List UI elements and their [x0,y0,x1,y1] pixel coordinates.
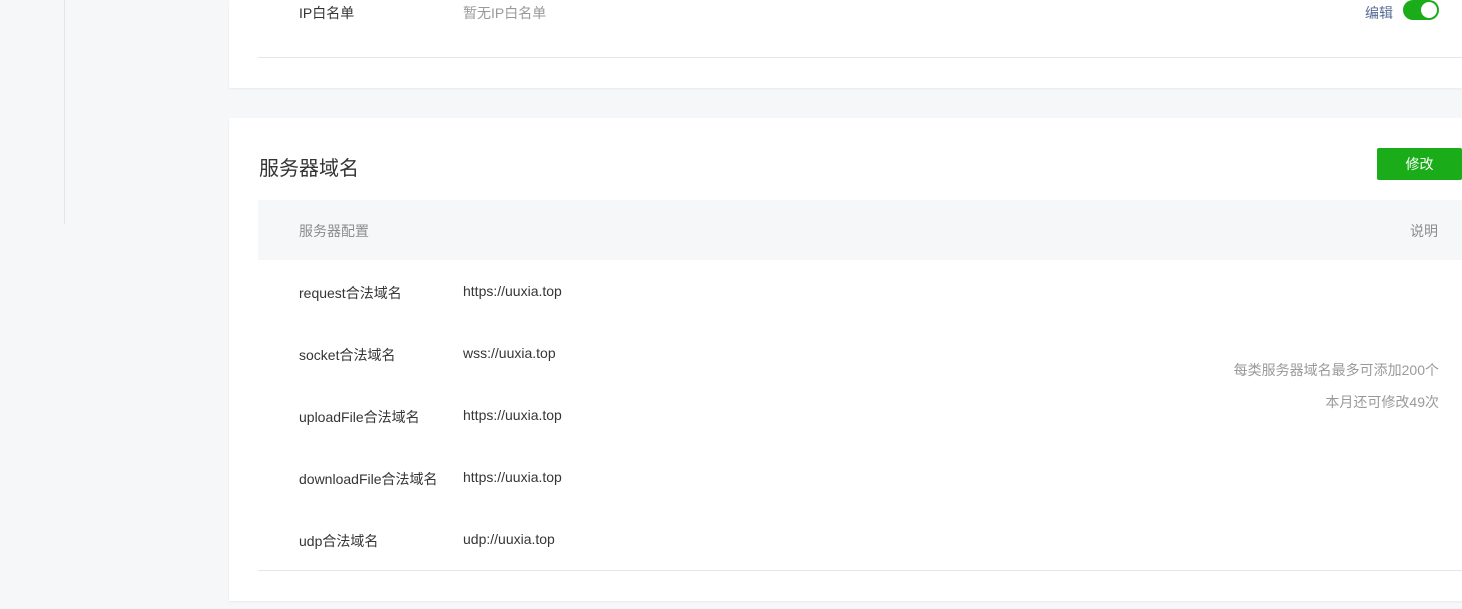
header-config: 服务器配置 [299,223,369,239]
page: IP白名单 暂无IP白名单 编辑 服务器域名 修改 服务器配置 说明 reque… [0,0,1462,609]
row-value-request: https://uuxia.top [463,283,562,299]
section-title: 服务器域名 [259,158,359,180]
note-limit: 每类服务器域名最多可添加200个 [1233,362,1439,378]
row-label-uploadfile: uploadFile合法域名 [299,409,420,425]
edit-link[interactable]: 编辑 [1365,3,1393,23]
row-label-socket: socket合法域名 [299,347,396,363]
row-label-request: request合法域名 [299,285,402,301]
row-value-udp: udp://uuxia.top [463,531,555,547]
row-label-downloadfile: downloadFile合法域名 [299,471,438,487]
ip-whitelist-toggle[interactable] [1403,0,1439,20]
toggle-knob [1421,2,1437,18]
row-value-socket: wss://uuxia.top [463,345,556,361]
row-label-udp: udp合法域名 [299,533,379,549]
ip-whitelist-card: IP白名单 暂无IP白名单 编辑 [229,0,1462,88]
divider [258,570,1462,571]
row-value-uploadfile: https://uuxia.top [463,407,562,423]
header-note: 说明 [1410,223,1438,239]
modify-button[interactable]: 修改 [1377,148,1462,180]
divider [258,57,1462,58]
row-value-downloadfile: https://uuxia.top [463,469,562,485]
note-remaining: 本月还可修改49次 [1325,394,1439,410]
sidebar [0,0,65,224]
server-domain-card: 服务器域名 修改 服务器配置 说明 request合法域名 https://uu… [229,118,1462,601]
table-header: 服务器配置 说明 [258,200,1462,260]
ip-whitelist-label: IP白名单 [299,5,355,21]
ip-whitelist-value: 暂无IP白名单 [463,5,547,21]
